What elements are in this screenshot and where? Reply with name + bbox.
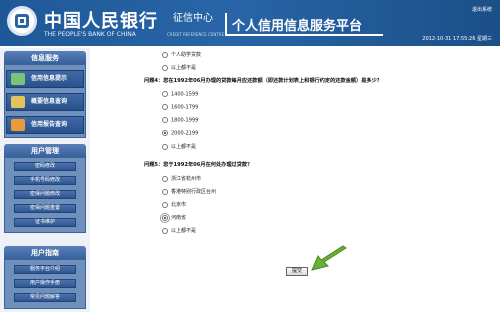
bank-name-cn: 中国人民银行 bbox=[44, 11, 158, 32]
sidebar-item-label: 信用报告查询 bbox=[31, 121, 68, 128]
q5-option-5[interactable]: 以上都不是 bbox=[162, 227, 196, 234]
sidebar-item-phone[interactable]: 手机号码修改 bbox=[14, 176, 76, 185]
header: 中国人民银行 征信中心 THE PEOPLE'S BANK OF CHINA C… bbox=[0, 0, 500, 46]
sidebar: 信息服务 信用信息提示 概要信息查询 信用报告查询 用户管理 密码修改 手机号码… bbox=[0, 48, 90, 312]
option-label: 香港特别行政区台州 bbox=[171, 189, 217, 195]
radio-button[interactable] bbox=[162, 201, 168, 208]
sidebar-item-credit-tips[interactable]: 信用信息提示 bbox=[6, 70, 84, 88]
q5-option-2[interactable]: 香港特别行政区台州 bbox=[162, 188, 216, 195]
q4-option-3[interactable]: 1800-1999 bbox=[162, 117, 198, 124]
radio-button[interactable] bbox=[162, 117, 168, 123]
summary-query-icon bbox=[11, 96, 25, 108]
section-info-title: 信息服务 bbox=[4, 51, 86, 65]
radio-button[interactable] bbox=[162, 188, 168, 195]
logout-link[interactable]: 退出系统 bbox=[472, 6, 492, 13]
center-name-cn: 征信中心 bbox=[173, 13, 213, 24]
green-arrow-icon bbox=[311, 245, 347, 271]
option-label: 河南省 bbox=[171, 215, 187, 221]
prev-option-1[interactable]: 个人助学贷款 bbox=[162, 51, 201, 58]
sidebar-item-security-question[interactable]: 密保问题修改 bbox=[14, 190, 76, 199]
center-name-en: CREDIT REFERENCE CENTRE bbox=[167, 32, 225, 37]
option-label: 1600-1799 bbox=[171, 104, 199, 111]
q4-option-1[interactable]: 1400-1599 bbox=[162, 91, 198, 98]
option-label: 1400-1599 bbox=[171, 91, 199, 98]
option-label: 以上都不是 bbox=[171, 144, 197, 150]
radio-button-selected[interactable] bbox=[160, 212, 170, 223]
question-5-text: 问题5：您于1992年06月在何处办理过贷款？ bbox=[144, 162, 253, 168]
report-query-icon bbox=[11, 119, 25, 131]
section-user-title: 用户管理 bbox=[4, 144, 86, 158]
pboc-logo-icon bbox=[7, 6, 37, 36]
radio-button[interactable] bbox=[162, 175, 168, 182]
option-label: 个人助学贷款 bbox=[171, 52, 202, 58]
option-label: 以上都不是 bbox=[171, 228, 197, 234]
sidebar-item-label: 概要信息查询 bbox=[31, 98, 68, 105]
section-guide-title: 用户指南 bbox=[4, 246, 86, 260]
sidebar-item-platform-intro[interactable]: 服务平台介绍 bbox=[14, 265, 76, 274]
prev-option-2[interactable]: 以上都不是 bbox=[162, 64, 196, 71]
datetime: 2012-10-31 17:55:26 星期三 bbox=[422, 36, 492, 42]
radio-button-selected[interactable] bbox=[162, 130, 168, 136]
sidebar-item-report-query[interactable]: 信用报告查询 bbox=[6, 116, 84, 134]
question-panel: 个人助学贷款 以上都不是 问题4：您在1992年06月办理的贷款每月应还款额（即… bbox=[92, 48, 500, 312]
credit-tips-icon bbox=[11, 73, 25, 85]
q4-option-5[interactable]: 以上都不是 bbox=[162, 143, 196, 150]
sidebar-item-faq[interactable]: 常见问题解答 bbox=[14, 293, 76, 302]
radio-button[interactable] bbox=[162, 143, 168, 150]
sidebar-item-password[interactable]: 密码修改 bbox=[14, 162, 76, 171]
sidebar-item-certificate[interactable]: 证书维护 bbox=[14, 218, 76, 227]
radio-button[interactable] bbox=[162, 64, 168, 71]
option-label: 北京市 bbox=[171, 202, 187, 208]
question-4-text: 问题4：您在1992年06月办理的贷款每月应还款额（即还款计划表上和银行约定的还… bbox=[144, 78, 382, 84]
sidebar-item-label: 信用信息提示 bbox=[31, 75, 68, 82]
q5-option-1[interactable]: 浙江省杭州市 bbox=[162, 175, 201, 182]
sidebar-item-security-reset[interactable]: 密保问题重置 bbox=[14, 204, 76, 213]
option-label: 浙江省杭州市 bbox=[171, 176, 202, 182]
radio-button[interactable] bbox=[162, 227, 168, 234]
option-label: 1800-1999 bbox=[171, 117, 199, 124]
bank-name-en: THE PEOPLE'S BANK OF CHINA bbox=[44, 31, 136, 38]
radio-button[interactable] bbox=[162, 91, 168, 97]
radio-button[interactable] bbox=[162, 104, 168, 110]
q5-option-4[interactable]: 河南省 bbox=[160, 212, 187, 223]
q4-option-4[interactable]: 2000-2199 bbox=[162, 130, 198, 137]
radio-button[interactable] bbox=[162, 51, 168, 58]
option-label: 以上都不是 bbox=[171, 65, 197, 71]
q4-option-2[interactable]: 1600-1799 bbox=[162, 104, 198, 111]
option-label: 2000-2199 bbox=[171, 130, 199, 137]
system-title: 个人信用信息服务平台 bbox=[232, 19, 363, 34]
sidebar-item-summary-query[interactable]: 概要信息查询 bbox=[6, 93, 84, 111]
q5-option-3[interactable]: 北京市 bbox=[162, 201, 186, 208]
sidebar-item-user-manual[interactable]: 用户操作手册 bbox=[14, 279, 76, 288]
submit-button[interactable]: 提交 bbox=[286, 267, 308, 276]
